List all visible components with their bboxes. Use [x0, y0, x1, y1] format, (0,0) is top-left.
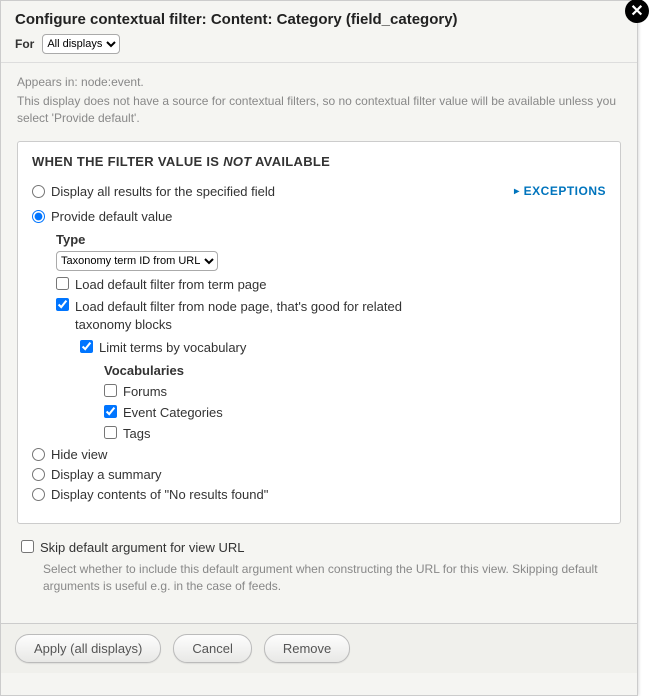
filter-not-available-fieldset: WHEN THE FILTER VALUE IS NOT AVAILABLE D… [17, 141, 621, 524]
dialog-header: Configure contextual filter: Content: Ca… [1, 1, 637, 63]
cb-load-term-label: Load default filter from term page [75, 277, 267, 292]
cb-skip-url[interactable]: Skip default argument for view URL [21, 540, 617, 555]
radio-provide-default-input[interactable] [32, 210, 45, 223]
cb-vocab-forums[interactable]: Forums [104, 384, 606, 399]
radio-hide-view-label: Hide view [51, 447, 107, 462]
cb-vocab-event-categories-input[interactable] [104, 405, 117, 418]
radio-display-all[interactable]: Display all results for the specified fi… [32, 184, 275, 199]
fieldset-title: WHEN THE FILTER VALUE IS NOT AVAILABLE [32, 154, 606, 169]
radio-provide-default-label: Provide default value [51, 209, 172, 224]
type-select[interactable]: Taxonomy term ID from URL [56, 251, 218, 271]
cb-load-node-label: Load default filter from node page, that… [75, 298, 415, 334]
cb-vocab-event-categories-label: Event Categories [123, 405, 223, 420]
cb-limit-vocab-input[interactable] [80, 340, 93, 353]
cb-skip-url-input[interactable] [21, 540, 34, 553]
fieldset-title-post: AVAILABLE [252, 154, 331, 169]
radio-display-summary[interactable]: Display a summary [32, 467, 606, 482]
radio-display-all-input[interactable] [32, 185, 45, 198]
remove-button[interactable]: Remove [264, 634, 350, 663]
radio-display-all-label: Display all results for the specified fi… [51, 184, 275, 199]
vocab-label: Vocabularies [104, 363, 606, 378]
cb-load-node-input[interactable] [56, 298, 69, 311]
cb-vocab-event-categories[interactable]: Event Categories [104, 405, 606, 420]
radio-provide-default[interactable]: Provide default value [32, 209, 606, 224]
skip-section: Skip default argument for view URL Selec… [21, 540, 617, 595]
cb-vocab-forums-label: Forums [123, 384, 167, 399]
dialog-body[interactable]: Appears in: node:event. This display doe… [1, 63, 637, 623]
close-icon[interactable]: ✕ [625, 0, 649, 23]
radio-hide-view-input[interactable] [32, 448, 45, 461]
cb-load-term[interactable]: Load default filter from term page [56, 277, 606, 292]
radio-hide-view[interactable]: Hide view [32, 447, 606, 462]
radio-display-summary-label: Display a summary [51, 467, 162, 482]
radio-no-results-input[interactable] [32, 488, 45, 501]
exceptions-label: EXCEPTIONS [524, 184, 606, 198]
cb-vocab-forums-input[interactable] [104, 384, 117, 397]
dialog: ✕ Configure contextual filter: Content: … [0, 0, 638, 696]
fieldset-title-pre: WHEN THE FILTER VALUE IS [32, 154, 223, 169]
dialog-footer: Apply (all displays) Cancel Remove [1, 623, 637, 673]
exceptions-toggle[interactable]: EXCEPTIONS [514, 184, 606, 198]
for-label: For [15, 37, 34, 51]
fieldset-title-em: NOT [223, 154, 251, 169]
for-select[interactable]: All displays [42, 34, 120, 54]
appears-in-text: Appears in: node:event. [17, 75, 621, 89]
cb-vocab-tags[interactable]: Tags [104, 426, 606, 441]
type-label: Type [56, 232, 606, 247]
cb-vocab-tags-label: Tags [123, 426, 150, 441]
radio-no-results-label: Display contents of "No results found" [51, 487, 268, 502]
cb-limit-vocab[interactable]: Limit terms by vocabulary [80, 340, 606, 355]
cancel-button[interactable]: Cancel [173, 634, 251, 663]
source-description: This display does not have a source for … [17, 93, 621, 127]
cb-skip-url-label: Skip default argument for view URL [40, 540, 244, 555]
cb-limit-vocab-label: Limit terms by vocabulary [99, 340, 246, 355]
for-row: For All displays [15, 34, 623, 54]
cb-vocab-tags-input[interactable] [104, 426, 117, 439]
radio-display-summary-input[interactable] [32, 468, 45, 481]
skip-description: Select whether to include this default a… [43, 561, 617, 595]
apply-button[interactable]: Apply (all displays) [15, 634, 161, 663]
radio-no-results[interactable]: Display contents of "No results found" [32, 487, 606, 502]
dialog-title: Configure contextual filter: Content: Ca… [15, 11, 623, 28]
cb-load-term-input[interactable] [56, 277, 69, 290]
cb-load-node[interactable]: Load default filter from node page, that… [56, 298, 606, 334]
